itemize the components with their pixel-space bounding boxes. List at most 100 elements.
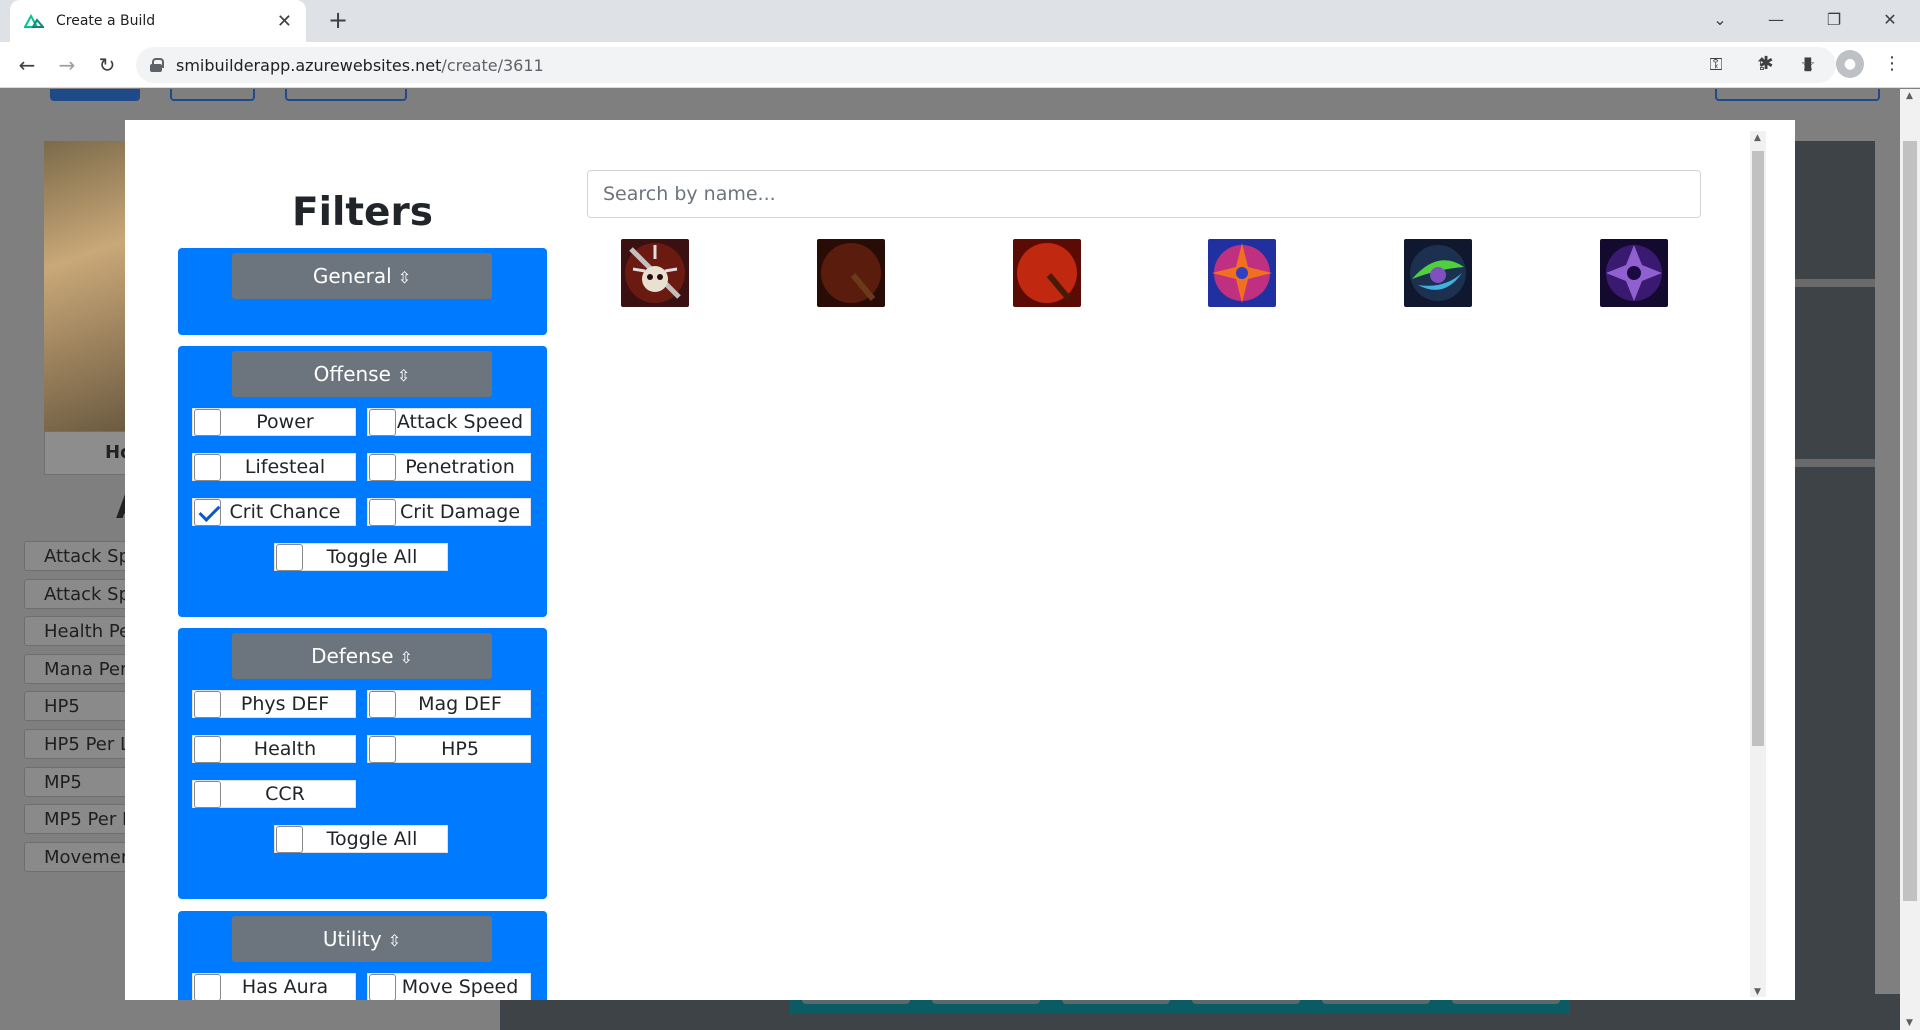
move-speed-checkbox[interactable] xyxy=(369,973,396,1000)
sort-icon: ⇳ xyxy=(397,268,412,287)
filter-group-general: General ⇳ xyxy=(178,248,547,335)
crit-damage-checkbox[interactable] xyxy=(369,498,396,526)
filter-option-ccr[interactable]: CCR xyxy=(192,780,356,808)
penetration-checkbox[interactable] xyxy=(369,453,396,481)
filter-option-power[interactable]: Power xyxy=(192,408,356,436)
god-portrait xyxy=(44,141,132,431)
filter-option-move-speed[interactable]: Move Speed xyxy=(367,973,531,1000)
background-panel-divider xyxy=(1795,459,1875,467)
has-aura-checkbox[interactable] xyxy=(194,973,221,1000)
defense-toggle-all-checkbox[interactable] xyxy=(276,825,303,853)
defense-toggle-all[interactable]: Toggle All xyxy=(274,825,448,853)
modal-scroll-up-icon[interactable]: ▲ xyxy=(1754,133,1761,143)
offense-toggle-all[interactable]: Toggle All xyxy=(274,543,448,571)
offense-toggle-button[interactable]: Offense ⇳ xyxy=(232,351,492,397)
defense-toggle-button[interactable]: Defense ⇳ xyxy=(232,633,492,679)
crit-chance-checkbox[interactable] xyxy=(194,498,221,526)
filter-option-health[interactable]: Health xyxy=(192,735,356,763)
skull-mace-item-icon[interactable] xyxy=(621,239,689,307)
profile-avatar-icon[interactable]: ● xyxy=(1836,50,1864,78)
page-scrollbar[interactable]: ▲ ▼ xyxy=(1900,89,1920,1030)
page-scroll-down-icon[interactable]: ▼ xyxy=(1906,1018,1913,1028)
filters-title: Filters xyxy=(292,190,433,235)
key-icon[interactable]: ⚿ xyxy=(1704,53,1728,77)
tab-title: Create a Build xyxy=(56,13,156,29)
new-tab-button[interactable]: + xyxy=(324,6,352,34)
background-panel-divider xyxy=(1795,279,1875,287)
lifesteal-checkbox[interactable] xyxy=(194,453,221,481)
modal-scroll-thumb[interactable] xyxy=(1752,151,1764,746)
side-panel-icon[interactable]: ▮ xyxy=(1794,50,1822,78)
search-input[interactable] xyxy=(587,170,1701,218)
filter-option-attack-speed[interactable]: Attack Speed xyxy=(367,408,531,436)
option-label: Attack Speed xyxy=(396,411,524,433)
god-portrait-caption: Ho xyxy=(44,431,132,475)
option-label: CCR xyxy=(265,783,305,805)
stat-list-item: Health Pe xyxy=(24,616,129,647)
flaming-scythe-item-icon[interactable] xyxy=(1013,239,1081,307)
address-bar-row: ← → ↻ smibuilderapp.azurewebsites.net/cr… xyxy=(0,42,1920,88)
browser-menu-icon[interactable]: ⋮ xyxy=(1878,50,1906,78)
stat-list-item: MP5 xyxy=(24,766,129,797)
restore-icon[interactable]: ❐ xyxy=(1810,4,1858,36)
sort-icon: ⇳ xyxy=(396,366,411,385)
browser-tab[interactable]: Create a Build ✕ xyxy=(10,0,306,42)
option-label: Power xyxy=(256,411,314,433)
sort-icon: ⇳ xyxy=(399,648,413,667)
stat-list-item: Attack Sp xyxy=(24,541,129,571)
utility-label: Utility xyxy=(322,927,382,951)
page-scroll-up-icon[interactable]: ▲ xyxy=(1906,91,1913,101)
modal-scrollbar[interactable]: ▲ ▼ xyxy=(1750,131,1766,997)
power-checkbox[interactable] xyxy=(194,408,221,436)
url-path: /create/3611 xyxy=(441,55,544,75)
option-label: Lifesteal xyxy=(244,456,326,478)
filter-option-penetration[interactable]: Penetration xyxy=(367,453,531,481)
attack-speed-checkbox[interactable] xyxy=(369,408,396,436)
url-input[interactable]: smibuilderapp.azurewebsites.net/create/3… xyxy=(136,47,1836,83)
option-label: Crit Chance xyxy=(229,501,341,523)
forward-arrow-icon[interactable]: → xyxy=(52,50,82,80)
option-label: Toggle All xyxy=(326,546,418,568)
green-shuriken-item-icon[interactable] xyxy=(1404,239,1472,307)
utility-toggle-button[interactable]: Utility ⇳ xyxy=(232,916,492,962)
option-label: Mag DEF xyxy=(418,693,502,715)
option-label: Penetration xyxy=(405,456,515,478)
stat-list-item: Movemen xyxy=(24,841,129,872)
tab-close-icon[interactable]: ✕ xyxy=(277,11,292,32)
nuxt-logo-icon xyxy=(24,14,44,28)
reload-icon[interactable]: ↻ xyxy=(92,50,122,80)
option-label: Phys DEF xyxy=(240,693,330,715)
filter-option-phys-def[interactable]: Phys DEF xyxy=(192,690,356,718)
filter-option-mag-def[interactable]: Mag DEF xyxy=(367,690,531,718)
option-label: Toggle All xyxy=(326,828,418,850)
filter-option-has-aura[interactable]: Has Aura xyxy=(192,973,356,1000)
page-scroll-thumb[interactable] xyxy=(1903,141,1917,901)
purple-shuriken-item-icon[interactable] xyxy=(1600,239,1668,307)
extensions-puzzle-icon[interactable]: ✱ xyxy=(1752,50,1780,78)
minimize-icon[interactable]: — xyxy=(1752,4,1800,36)
browser-tab-bar: Create a Build ✕ + ⌄ — ❐ ✕ xyxy=(0,0,1920,42)
stat-list-item: HP5 Per L xyxy=(24,728,129,759)
modal-scroll-down-icon[interactable]: ▼ xyxy=(1754,987,1761,997)
filter-option-crit-chance[interactable]: Crit Chance xyxy=(192,498,356,526)
filter-option-hp5[interactable]: HP5 xyxy=(367,735,531,763)
stat-list-item: Attack Sp xyxy=(24,578,129,609)
filter-option-lifesteal[interactable]: Lifesteal xyxy=(192,453,356,481)
option-label: Has Aura xyxy=(241,976,329,998)
option-label: Health xyxy=(253,738,317,760)
option-label: Move Speed xyxy=(401,976,519,998)
background-right-panel xyxy=(1795,141,1875,1030)
health-checkbox[interactable] xyxy=(194,735,221,763)
tab-search-chevron-icon[interactable]: ⌄ xyxy=(1696,4,1744,36)
mag-def-checkbox[interactable] xyxy=(369,690,396,718)
offense-toggle-all-checkbox[interactable] xyxy=(276,543,303,571)
general-toggle-button[interactable]: General ⇳ xyxy=(232,253,492,299)
phys-def-checkbox[interactable] xyxy=(194,690,221,718)
scythe-item-icon[interactable] xyxy=(817,239,885,307)
close-window-icon[interactable]: ✕ xyxy=(1866,4,1914,36)
filter-option-crit-damage[interactable]: Crit Damage xyxy=(367,498,531,526)
hp5-checkbox[interactable] xyxy=(369,735,396,763)
back-arrow-icon[interactable]: ← xyxy=(12,50,42,80)
ccr-checkbox[interactable] xyxy=(194,780,221,808)
orange-shuriken-item-icon[interactable] xyxy=(1208,239,1276,307)
